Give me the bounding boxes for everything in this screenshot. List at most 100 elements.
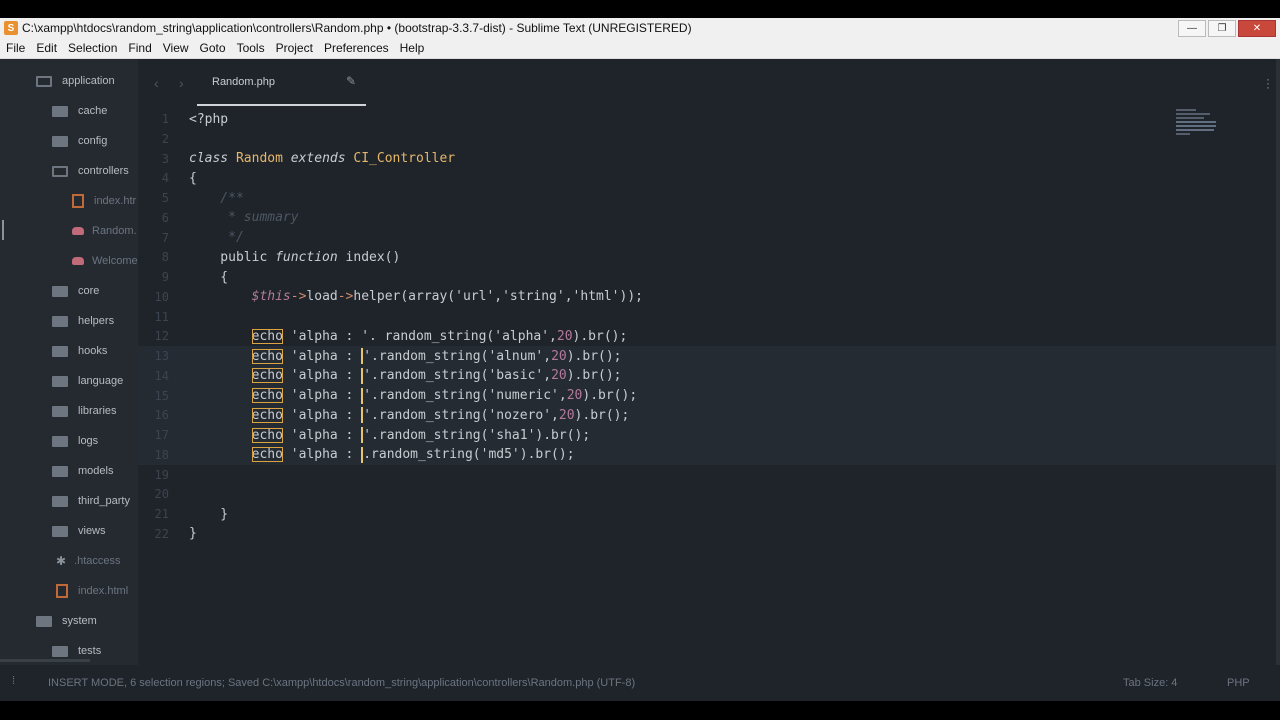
menu-file[interactable]: File [0, 41, 30, 55]
code-line[interactable]: 19 [138, 465, 189, 485]
line-number: 12 [154, 329, 169, 344]
menu-edit[interactable]: Edit [30, 41, 62, 55]
line-number: 20 [154, 487, 169, 502]
sidebar-item-logs[interactable]: logs [52, 431, 98, 451]
sidebar-item-libraries[interactable]: libraries [52, 401, 117, 421]
folder-icon [52, 105, 68, 117]
folder-icon [36, 615, 52, 627]
line-number: 1 [161, 112, 169, 126]
code-line[interactable]: 4{ [138, 168, 197, 188]
sidebar-item-core[interactable]: core [52, 281, 99, 301]
code-token: ).br(); [572, 328, 628, 344]
minimap[interactable] [1176, 109, 1222, 151]
code-token: -> [290, 289, 307, 305]
menu-help[interactable]: Help [394, 41, 430, 55]
menu-preferences[interactable]: Preferences [318, 41, 394, 55]
sidebar-item-views[interactable]: views [52, 521, 106, 541]
minimize-button[interactable]: — [1178, 19, 1206, 37]
sidebar-item-label: index.htr [94, 195, 137, 207]
code-token: { [189, 170, 197, 186]
code-line[interactable]: 12 echo 'alpha : '. random_string('alpha… [138, 326, 627, 346]
sidebar-item-label: index.html [78, 585, 129, 597]
nav-forward-icon[interactable]: › [179, 75, 184, 91]
sidebar-item-label: language [78, 375, 124, 387]
code-line[interactable]: 7 */ [138, 228, 244, 248]
code-line[interactable]: 17 echo 'alpha : '.random_string('sha1')… [138, 425, 590, 445]
code-token: -> [337, 289, 354, 305]
line-number: 16 [154, 408, 169, 423]
code-token: 'alpha : [282, 388, 362, 403]
menu-tools[interactable]: Tools [231, 41, 270, 55]
code-token: '.random_string('numeric', [363, 388, 567, 403]
sidebar-item-system[interactable]: system [36, 611, 97, 631]
sidebar-item-config[interactable]: config [52, 131, 107, 151]
code-token: $this [251, 289, 291, 305]
code-line[interactable]: 15 echo 'alpha : '.random_string('numeri… [138, 386, 637, 406]
code-line[interactable]: 6 * summary [138, 208, 299, 228]
sidebar-item-index-htr[interactable]: index.htr [72, 191, 136, 211]
code-token: extends [290, 151, 346, 166]
menu-project[interactable]: Project [270, 41, 318, 55]
html-file-icon [72, 194, 84, 208]
sidebar-item-application[interactable]: application [36, 71, 115, 91]
folder-icon [52, 495, 68, 507]
menu-goto[interactable]: Goto [194, 41, 231, 55]
code-token: index() [337, 249, 401, 265]
code-line[interactable]: 8 public function index() [138, 247, 401, 267]
sidebar-item-third-party[interactable]: third_party [52, 491, 130, 511]
code-line[interactable]: 13 echo 'alpha : '.random_string('alnum'… [138, 346, 622, 366]
menu-find[interactable]: Find [122, 41, 156, 55]
sidebar-item-cache[interactable]: cache [52, 101, 107, 121]
line-number: 9 [161, 270, 169, 284]
sidebar-item-htaccess[interactable]: ✱ .htaccess [56, 551, 121, 571]
code-line[interactable]: 9 { [138, 267, 228, 287]
sidebar-item-controllers[interactable]: controllers [52, 161, 129, 181]
sidebar-item-language[interactable]: language [52, 371, 123, 391]
folder-open-icon [52, 165, 68, 177]
vertical-scrollbar[interactable] [1276, 59, 1280, 665]
sidebar-item-tests[interactable]: tests [52, 641, 101, 661]
syntax-indicator[interactable]: PHP [1227, 677, 1250, 689]
code-line[interactable]: 20 [138, 484, 189, 504]
tab-random-php[interactable]: Random.php [212, 76, 275, 88]
sublime-app-icon: S [4, 21, 18, 35]
sidebar-item-label: application [62, 75, 115, 87]
code-line[interactable]: 14 echo 'alpha : '.random_string('basic'… [138, 366, 622, 386]
menu-selection[interactable]: Selection [62, 41, 122, 55]
close-button[interactable]: ✕ [1238, 19, 1276, 37]
line-number: 5 [161, 191, 169, 205]
sidebar-item-label: hooks [78, 345, 108, 357]
sidebar-item-random[interactable]: Random. [72, 221, 137, 241]
sidebar-item-models[interactable]: models [52, 461, 113, 481]
more-options-icon[interactable]: · · · [1266, 73, 1270, 93]
maximize-button[interactable]: ❐ [1208, 19, 1236, 37]
line-number: 8 [161, 250, 169, 265]
sidebar-item-helpers[interactable]: helpers [52, 311, 114, 331]
code-line[interactable]: 5 /** [138, 188, 244, 208]
nav-back-icon[interactable]: ‹ [154, 75, 159, 91]
code-line[interactable]: 3 class Random extends CI_Controller [138, 149, 455, 169]
sidebar-item-index-html[interactable]: index.html [56, 581, 128, 601]
sidebar-item-label: Welcome [92, 255, 138, 267]
code-token: */ [189, 230, 244, 245]
sidebar-toggle-icon[interactable]: ⁞ [12, 675, 15, 687]
sidebar-item-label: .htaccess [74, 555, 121, 567]
code-line[interactable]: 18 echo 'alpha : .random_string('md5').b… [138, 445, 575, 465]
code-line[interactable]: 16 echo 'alpha : '.random_string('nozero… [138, 405, 629, 425]
code-token: 20 [551, 368, 567, 384]
sidebar-item-hooks[interactable]: hooks [52, 341, 107, 361]
tab-size-indicator[interactable]: Tab Size: 4 [1123, 677, 1177, 689]
code-line[interactable]: 1 <?php [138, 109, 228, 129]
code-line[interactable]: 2 [138, 129, 189, 149]
selected-token: echo [251, 388, 283, 403]
code-line[interactable]: 10 $this -> load -> helper(array('url','stri… [138, 287, 643, 307]
code-line[interactable]: 11 [138, 307, 189, 327]
code-line[interactable]: 22} [138, 524, 197, 544]
menu-view[interactable]: View [157, 41, 194, 55]
code-line[interactable]: 21 } [138, 504, 229, 524]
sidebar-item-welcome[interactable]: Welcome [72, 251, 138, 271]
folder-icon [52, 375, 68, 387]
